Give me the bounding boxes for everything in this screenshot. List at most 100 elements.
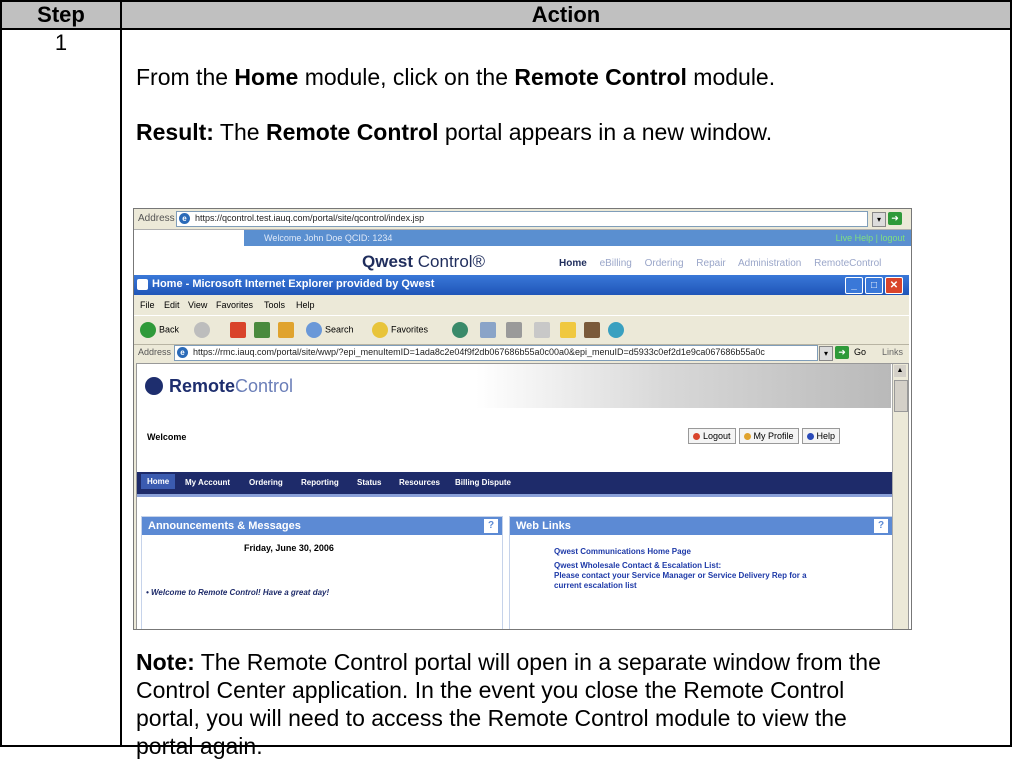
print-button[interactable] — [506, 322, 525, 338]
outer-address-input[interactable]: e https://qcontrol.test.iauq.com/portal/… — [176, 211, 868, 227]
mail-button[interactable] — [480, 322, 499, 338]
favorites-button[interactable]: Favorites — [372, 322, 428, 338]
web-links-title: Web Links — [516, 520, 571, 532]
menu-bar: File Edit View Favorites Tools Help — [134, 296, 909, 314]
messenger-icon — [608, 322, 624, 338]
messenger-button[interactable] — [608, 322, 627, 338]
scroll-thumb[interactable] — [894, 380, 908, 412]
home-button[interactable] — [278, 322, 297, 338]
web-link-escalation[interactable]: Qwest Wholesale Contact & Escalation Lis… — [554, 561, 721, 570]
inner-ie-icon: e — [177, 347, 188, 358]
research-button[interactable] — [584, 322, 603, 338]
step-number: 1 — [0, 28, 122, 747]
announcement-date: Friday, June 30, 2006 — [244, 543, 334, 553]
ie-icon: e — [179, 213, 190, 224]
announcement-message: • Welcome to Remote Control! Have a grea… — [146, 588, 330, 597]
web-link-qwest-home[interactable]: Qwest Communications Home Page — [554, 547, 691, 556]
qwest-nav-ordering[interactable]: Ordering — [645, 258, 684, 269]
address-label: Address — [138, 213, 175, 224]
web-links-panel: Web Links ? Qwest Communications Home Pa… — [509, 516, 893, 629]
my-profile-button[interactable]: My Profile — [738, 428, 799, 444]
result-text: Result: The Remote Control portal appear… — [136, 119, 773, 145]
folder-icon — [560, 322, 576, 338]
edit-button[interactable] — [534, 322, 553, 338]
question-icon[interactable]: ? — [484, 519, 498, 533]
inner-address-dropdown-icon[interactable]: ▾ — [819, 346, 833, 361]
window-icon — [137, 279, 148, 290]
address-dropdown-icon[interactable]: ▾ — [872, 212, 886, 227]
research-icon — [584, 322, 600, 338]
refresh-button[interactable] — [254, 322, 273, 338]
outer-address-bar: Address e https://qcontrol.test.iauq.com… — [134, 209, 911, 230]
rc-tab-status[interactable]: Status — [357, 478, 381, 487]
history-button[interactable] — [452, 322, 471, 338]
stop-button[interactable] — [230, 322, 249, 338]
inner-address-url: https://rmc.iauq.com/portal/site/wwp/?ep… — [193, 347, 765, 357]
qwest-welcome: Welcome John Doe QCID: 1234 — [264, 233, 393, 243]
help-button[interactable]: Help — [801, 428, 841, 444]
print-icon — [506, 322, 522, 338]
go-button[interactable]: Go — [854, 347, 866, 357]
home-icon — [278, 322, 294, 338]
remote-control-logo: RemoteControl — [169, 376, 294, 396]
back-button[interactable]: Back — [140, 322, 179, 338]
menu-favorites[interactable]: Favorites — [216, 300, 253, 310]
logout-icon — [693, 433, 700, 441]
rc-tab-my-account[interactable]: My Account — [185, 478, 230, 487]
links-button[interactable]: Links — [882, 347, 903, 357]
star-icon — [372, 322, 388, 338]
menu-view[interactable]: View — [188, 300, 207, 310]
inner-go-arrow-icon[interactable]: ➜ — [835, 346, 849, 359]
search-button[interactable]: Search — [306, 322, 354, 338]
note-text: Note: The Remote Control portal will ope… — [136, 649, 881, 759]
refresh-icon — [254, 322, 270, 338]
menu-help[interactable]: Help — [296, 300, 315, 310]
announcements-title: Announcements & Messages — [148, 520, 301, 532]
action-cell: From the Home module, click on the Remot… — [120, 28, 1012, 759]
qwest-nav-ebilling[interactable]: eBilling — [600, 258, 632, 269]
live-help-link[interactable]: Live Help | logout — [836, 233, 905, 243]
menu-file[interactable]: File — [140, 300, 155, 310]
qwest-nav-home[interactable]: Home — [559, 258, 587, 269]
action-header: Action — [120, 0, 1012, 30]
edit-icon — [534, 322, 550, 338]
web-links-question-icon[interactable]: ? — [874, 519, 888, 533]
rc-tab-reporting[interactable]: Reporting — [301, 478, 339, 487]
announcements-panel: Announcements & Messages ? Friday, June … — [141, 516, 503, 629]
folder-button[interactable] — [560, 322, 579, 338]
inner-address-label: Address — [138, 347, 172, 357]
remote-control-logo-icon — [145, 377, 163, 395]
menu-tools[interactable]: Tools — [264, 300, 285, 310]
forward-button[interactable] — [194, 322, 213, 338]
page-scrollbar[interactable]: ▲ — [892, 364, 908, 629]
qwest-nav: Home eBilling Ordering Repair Administra… — [559, 258, 891, 269]
web-link-escalation-list[interactable]: current escalation list — [554, 581, 637, 590]
inner-address-bar: Address e https://rmc.iauq.com/portal/si… — [134, 344, 909, 362]
qwest-nav-repair[interactable]: Repair — [696, 258, 725, 269]
mail-icon — [480, 322, 496, 338]
qwest-nav-remotecontrol[interactable]: RemoteControl — [814, 258, 881, 269]
forward-arrow-icon — [194, 322, 210, 338]
qwest-nav-administration[interactable]: Administration — [738, 258, 801, 269]
minimize-icon[interactable]: _ — [845, 277, 863, 294]
logout-button[interactable]: Logout — [688, 428, 736, 444]
search-icon — [306, 322, 322, 338]
ie-toolbar: Back Search Favorites — [134, 315, 909, 345]
inner-address-input[interactable]: e https://rmc.iauq.com/portal/site/wwp/?… — [174, 345, 818, 361]
procedure-table: Step Action 1 From the Home module, clic… — [0, 0, 1012, 759]
go-arrow-icon[interactable]: ➜ — [888, 212, 902, 225]
rc-tab-billing-dispute[interactable]: Billing Dispute — [455, 478, 511, 487]
rc-tab-home[interactable]: Home — [141, 474, 176, 489]
maximize-icon[interactable]: □ — [865, 277, 883, 294]
web-link-escalation-note[interactable]: Please contact your Service Manager or S… — [554, 571, 807, 580]
window-title: Home - Microsoft Internet Explorer provi… — [152, 278, 435, 290]
help-icon — [806, 433, 814, 441]
outer-address-url: https://qcontrol.test.iauq.com/portal/si… — [195, 213, 425, 223]
back-arrow-icon — [140, 322, 156, 338]
rc-tab-ordering[interactable]: Ordering — [249, 478, 283, 487]
rc-tab-resources[interactable]: Resources — [399, 478, 440, 487]
close-icon[interactable]: ✕ — [885, 277, 903, 294]
scroll-up-icon[interactable]: ▲ — [894, 365, 906, 377]
stop-icon — [230, 322, 246, 338]
menu-edit[interactable]: Edit — [164, 300, 180, 310]
